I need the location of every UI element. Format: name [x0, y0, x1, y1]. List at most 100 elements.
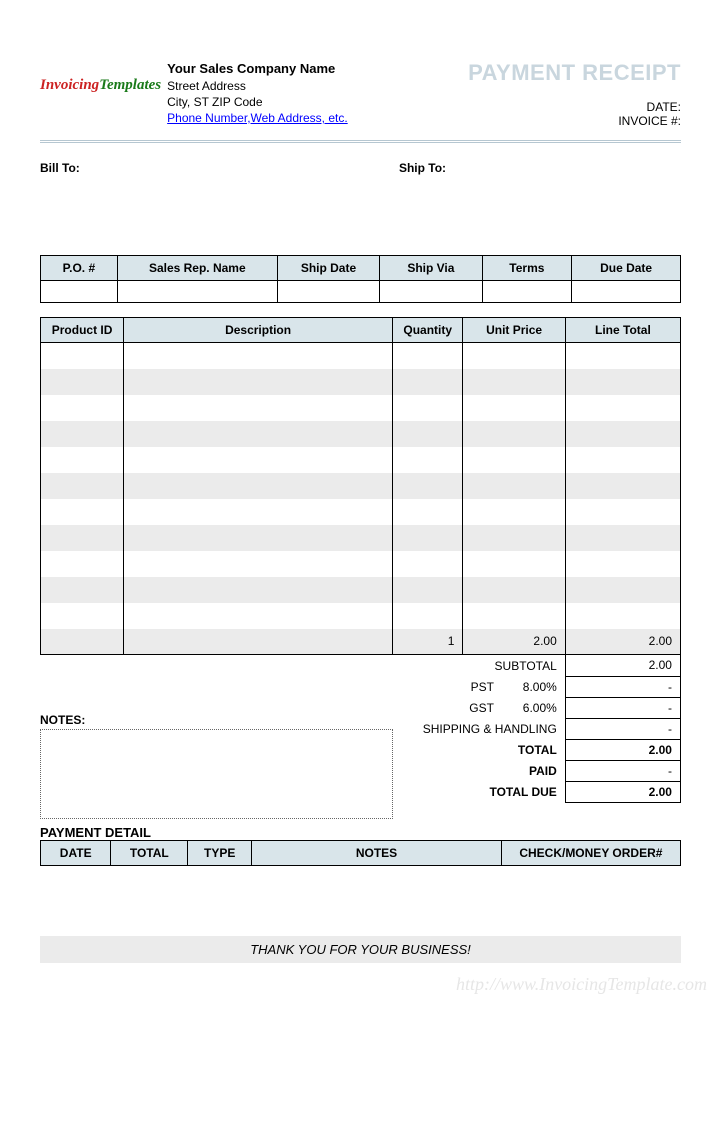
- item-row: [41, 421, 681, 447]
- item-cell: [393, 421, 463, 447]
- info-value-rep: [117, 281, 277, 303]
- notes-section: NOTES:: [40, 655, 393, 819]
- bill-to-label: Bill To:: [40, 161, 399, 175]
- payment-detail-label: PAYMENT DETAIL: [40, 825, 681, 840]
- document-title: PAYMENT RECEIPT: [468, 60, 681, 86]
- item-cell: [565, 603, 680, 629]
- item-cell: [41, 551, 124, 577]
- item-cell: [41, 577, 124, 603]
- info-header-rep: Sales Rep. Name: [117, 256, 277, 281]
- item-cell: [41, 525, 124, 551]
- item-header-unitprice: Unit Price: [463, 318, 565, 343]
- item-cell: [463, 421, 565, 447]
- item-cell: [124, 525, 393, 551]
- due-value: 2.00: [565, 781, 680, 802]
- info-table: P.O. # Sales Rep. Name Ship Date Ship Vi…: [40, 255, 681, 303]
- item-row: [41, 473, 681, 499]
- item-row: [41, 499, 681, 525]
- thank-you-banner: THANK YOU FOR YOUR BUSINESS!: [40, 936, 681, 963]
- item-cell: [565, 447, 680, 473]
- item-cell: 1: [393, 629, 463, 655]
- item-cell: [463, 395, 565, 421]
- item-cell: [463, 525, 565, 551]
- item-cell: [463, 603, 565, 629]
- item-header-product: Product ID: [41, 318, 124, 343]
- item-row: [41, 525, 681, 551]
- item-cell: [565, 473, 680, 499]
- items-table: Product ID Description Quantity Unit Pri…: [40, 317, 681, 655]
- info-value-duedate: [572, 281, 681, 303]
- payment-header-notes: NOTES: [252, 841, 502, 866]
- item-cell: [565, 577, 680, 603]
- address-row: Bill To: Ship To:: [40, 161, 681, 175]
- divider: [40, 140, 681, 143]
- item-cell: [124, 629, 393, 655]
- meta-date-label: DATE:: [468, 100, 681, 114]
- item-cell: [124, 343, 393, 369]
- info-header-terms: Terms: [482, 256, 572, 281]
- item-cell: [393, 395, 463, 421]
- shipping-value: -: [565, 718, 680, 739]
- item-cell: [463, 369, 565, 395]
- total-label: TOTAL: [393, 739, 566, 760]
- payment-header-total: TOTAL: [111, 841, 188, 866]
- item-cell: [393, 343, 463, 369]
- gst-value: -: [565, 697, 680, 718]
- logo: InvoicingTemplates: [40, 78, 161, 93]
- watermark: http://www.InvoicingTemplate.com: [456, 974, 707, 995]
- item-header-linetotal: Line Total: [565, 318, 680, 343]
- item-cell: [41, 343, 124, 369]
- item-header-description: Description: [124, 318, 393, 343]
- company-contact-link[interactable]: Phone Number,Web Address, etc.: [167, 111, 348, 125]
- item-cell: [41, 421, 124, 447]
- item-cell: [124, 395, 393, 421]
- item-cell: [565, 499, 680, 525]
- info-header-shipvia: Ship Via: [380, 256, 482, 281]
- total-value: 2.00: [565, 739, 680, 760]
- item-row: [41, 447, 681, 473]
- payment-receipt-page: InvoicingTemplates Your Sales Company Na…: [0, 0, 721, 1003]
- item-cell: [124, 551, 393, 577]
- item-row: 12.002.00: [41, 629, 681, 655]
- notes-box: [40, 729, 393, 819]
- item-cell: [463, 577, 565, 603]
- info-value-po: [41, 281, 118, 303]
- item-cell: [393, 603, 463, 629]
- subtotal-label: SUBTOTAL: [393, 655, 566, 676]
- item-cell: [565, 369, 680, 395]
- totals-table: SUBTOTAL 2.00 PST 8.00% - GST 6.00% - SH…: [393, 655, 681, 803]
- item-cell: [565, 421, 680, 447]
- gst-label: GST: [393, 697, 502, 718]
- item-cell: [41, 473, 124, 499]
- item-cell: [124, 421, 393, 447]
- below-section: NOTES: SUBTOTAL 2.00 PST 8.00% - GST 6.0…: [40, 655, 681, 819]
- item-cell: [393, 447, 463, 473]
- company-name: Your Sales Company Name: [167, 60, 348, 78]
- item-cell: [565, 395, 680, 421]
- item-cell: [463, 473, 565, 499]
- payment-header-date: DATE: [41, 841, 111, 866]
- header-right: PAYMENT RECEIPT DATE: INVOICE #:: [468, 60, 681, 128]
- item-cell: [393, 473, 463, 499]
- notes-label: NOTES:: [40, 713, 393, 727]
- item-cell: [393, 499, 463, 525]
- item-cell: [393, 577, 463, 603]
- paid-label: PAID: [393, 760, 566, 781]
- item-cell: [124, 499, 393, 525]
- item-cell: [463, 447, 565, 473]
- gst-pct: 6.00%: [502, 697, 565, 718]
- item-cell: [124, 473, 393, 499]
- info-value-shipdate: [277, 281, 379, 303]
- item-cell: [565, 343, 680, 369]
- header-left: InvoicingTemplates Your Sales Company Na…: [40, 60, 348, 128]
- item-cell: [41, 603, 124, 629]
- item-header-quantity: Quantity: [393, 318, 463, 343]
- pst-pct: 8.00%: [502, 676, 565, 697]
- pst-label: PST: [393, 676, 502, 697]
- info-value-terms: [482, 281, 572, 303]
- company-info: Your Sales Company Name Street Address C…: [167, 60, 348, 126]
- due-label: TOTAL DUE: [393, 781, 566, 802]
- subtotal-value: 2.00: [565, 655, 680, 676]
- item-row: [41, 395, 681, 421]
- item-cell: [41, 369, 124, 395]
